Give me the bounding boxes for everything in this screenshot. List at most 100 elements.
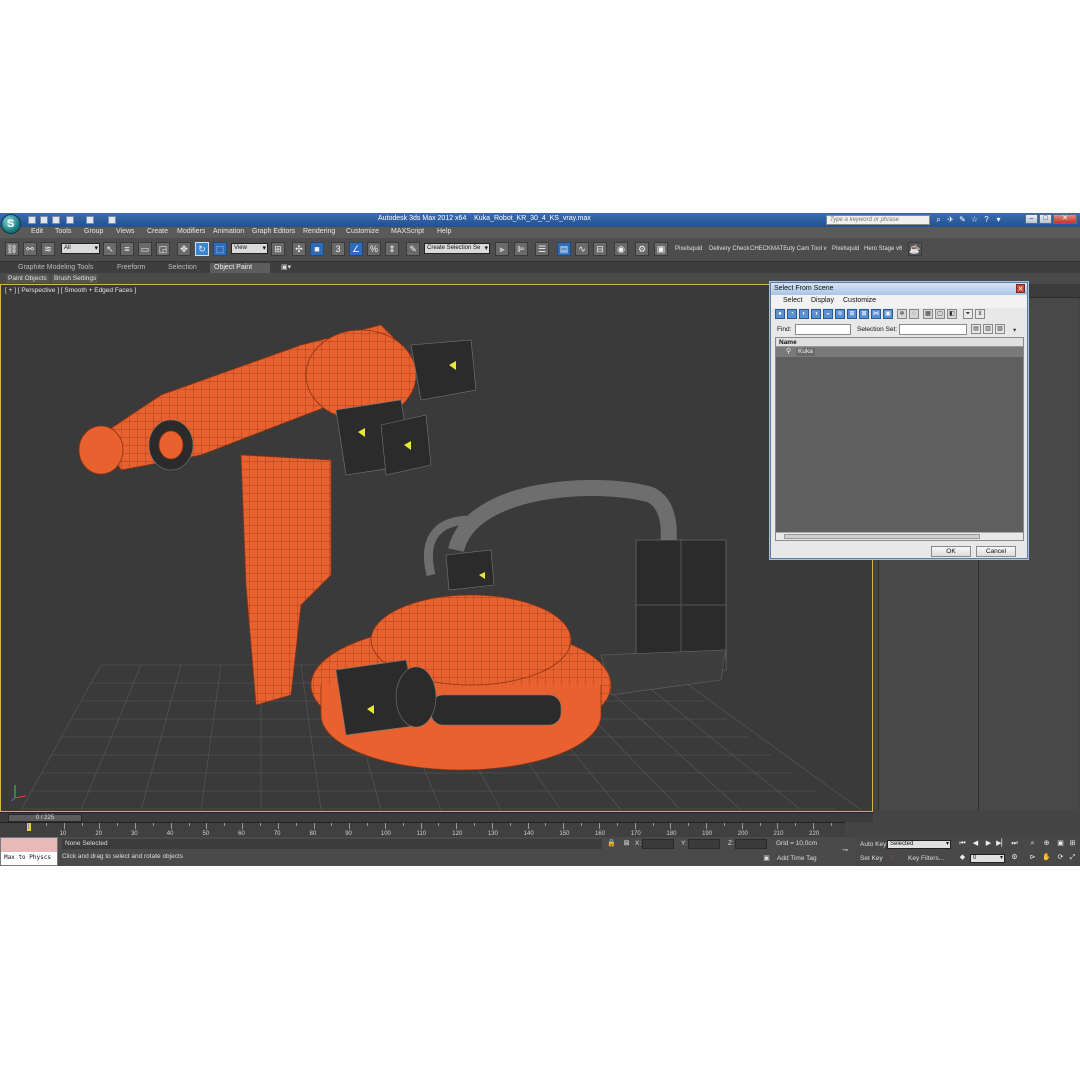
reference-coordinate-dropdown[interactable]: View bbox=[231, 243, 268, 254]
select-object-icon[interactable]: ↖ bbox=[103, 242, 117, 256]
menu-views[interactable]: Views bbox=[116, 228, 135, 235]
render-production-icon[interactable]: ▣ bbox=[654, 242, 668, 256]
display-containers-icon[interactable]: ▣ bbox=[883, 309, 893, 319]
display-spacewarps-icon[interactable]: ≋ bbox=[835, 309, 845, 319]
cancel-button[interactable]: Cancel bbox=[976, 546, 1016, 557]
lock-selection-icon[interactable]: 🔒 bbox=[607, 839, 616, 848]
next-frame-icon[interactable]: ▶▏ bbox=[996, 839, 1007, 849]
display-cameras-icon[interactable]: ◑ bbox=[811, 309, 821, 319]
schematic-view-icon[interactable]: ⊟ bbox=[593, 242, 607, 256]
tab-graphite-modeling-tools[interactable]: Graphite Modeling Tools bbox=[14, 263, 97, 273]
minimize-button[interactable]: – bbox=[1025, 214, 1038, 224]
plugin-pixelsquid-2[interactable]: Pixelsquid bbox=[832, 246, 859, 252]
selection-filter-dropdown[interactable]: All bbox=[61, 243, 100, 254]
dialog-title[interactable]: Select From Scene bbox=[771, 283, 1027, 295]
track-bar[interactable]: 10 20 30 40 50 60 70 80 90 100 110 120 130 140 150 160 1… bbox=[0, 822, 845, 837]
menu-group[interactable]: Group bbox=[84, 228, 103, 235]
open-file-icon[interactable] bbox=[40, 216, 48, 224]
key-mode-icon[interactable]: ⊸ bbox=[838, 846, 852, 855]
keyboard-shortcut-override-icon[interactable]: ■ bbox=[310, 242, 324, 256]
key-set-dropdown[interactable]: Selected bbox=[887, 840, 951, 849]
auto-key-button[interactable]: Auto Key bbox=[860, 841, 886, 848]
help-icon[interactable]: ? bbox=[982, 215, 991, 224]
menu-customize[interactable]: Customize bbox=[346, 228, 379, 235]
help-dropdown-icon[interactable]: ▾ bbox=[994, 215, 1003, 224]
unlink-icon[interactable]: ⚯ bbox=[23, 242, 37, 256]
teapot-render-icon[interactable]: ☕ bbox=[908, 242, 922, 256]
go-to-start-icon[interactable]: ⏮ bbox=[957, 839, 968, 849]
plugin-checkmate[interactable]: CHECKMATE bbox=[750, 246, 787, 252]
percent-snap-icon[interactable]: % bbox=[367, 242, 381, 256]
y-coordinate-field[interactable] bbox=[688, 839, 720, 849]
orbit-icon[interactable]: ⟳ bbox=[1055, 853, 1066, 863]
edit-selection-set-icon[interactable]: ▥ bbox=[983, 324, 993, 334]
time-configuration-icon[interactable]: ⚙ bbox=[1009, 853, 1020, 863]
curve-editor-icon[interactable]: ∿ bbox=[575, 242, 589, 256]
add-time-tag[interactable]: Add Time Tag bbox=[777, 855, 817, 862]
dialog-menu-display[interactable]: Display bbox=[811, 297, 834, 304]
ribbon-options-icon[interactable]: ▣▾ bbox=[281, 263, 295, 272]
bind-space-warp-icon[interactable]: ≋ bbox=[41, 242, 55, 256]
new-file-icon[interactable] bbox=[28, 216, 36, 224]
expand-icon[interactable]: ▾ bbox=[1013, 326, 1016, 334]
menu-tools[interactable]: Tools bbox=[55, 228, 71, 235]
field-of-view-icon[interactable]: ⊳ bbox=[1027, 853, 1038, 863]
layer-manager-icon[interactable]: ☰ bbox=[535, 242, 549, 256]
dialog-menu-customize[interactable]: Customize bbox=[843, 297, 876, 304]
save-selection-set-icon[interactable]: ▤ bbox=[971, 324, 981, 334]
menu-help[interactable]: Help bbox=[437, 228, 451, 235]
display-invert-icon[interactable]: ◧ bbox=[947, 309, 957, 319]
go-to-end-icon[interactable]: ⏭ bbox=[1009, 839, 1020, 849]
key-filters-button[interactable]: Key Filters... bbox=[908, 855, 944, 862]
select-and-move-icon[interactable]: ✥ bbox=[177, 242, 191, 256]
display-none-icon[interactable]: ▢ bbox=[935, 309, 945, 319]
display-lights-icon[interactable]: ◐ bbox=[799, 309, 809, 319]
communication-center-icon[interactable]: ✈ bbox=[946, 215, 955, 224]
display-helpers-icon[interactable]: ◒ bbox=[823, 309, 833, 319]
display-xrefs-icon[interactable]: ⊠ bbox=[859, 309, 869, 319]
keyword-search-field[interactable]: Type a keyword or phrase bbox=[826, 215, 930, 225]
zoom-extents-all-icon[interactable]: ⊞ bbox=[1067, 839, 1078, 849]
set-key-icon[interactable]: ⟋ bbox=[888, 854, 897, 863]
pivot-center-icon[interactable]: ⊞ bbox=[271, 242, 285, 256]
time-slider-thumb[interactable]: 0 / 225 bbox=[8, 814, 82, 822]
link-icon[interactable]: ⛓ bbox=[5, 242, 19, 256]
menu-rendering[interactable]: Rendering bbox=[303, 228, 335, 235]
select-and-scale-icon[interactable]: ⬚ bbox=[213, 242, 227, 256]
column-header-name[interactable]: Name bbox=[776, 338, 1023, 347]
menu-create[interactable]: Create bbox=[147, 228, 168, 235]
search-icon[interactable]: ⌕ bbox=[934, 215, 943, 224]
subtab-brush-settings[interactable]: Brush Settings bbox=[52, 274, 99, 283]
list-item[interactable]: ⚲ Kuka bbox=[776, 347, 1023, 357]
mirror-icon[interactable]: ⫸ bbox=[495, 242, 509, 256]
tab-selection[interactable]: Selection bbox=[164, 263, 201, 273]
display-all-icon[interactable]: ▦ bbox=[923, 309, 933, 319]
named-selection-set-dropdown[interactable]: Create Selection Se bbox=[424, 243, 490, 254]
selection-set-dropdown[interactable] bbox=[899, 324, 967, 335]
window-crossing-icon[interactable]: ◲ bbox=[156, 242, 170, 256]
ok-button[interactable]: OK bbox=[931, 546, 971, 557]
rectangular-selection-icon[interactable]: ▭ bbox=[138, 242, 152, 256]
play-icon[interactable]: ▶ bbox=[983, 839, 994, 849]
display-shapes-icon[interactable]: ◔ bbox=[787, 309, 797, 319]
perspective-viewport[interactable]: [ + ] [ Perspective ] [ Smooth + Edged F… bbox=[0, 284, 873, 812]
plugin-cam-tool[interactable]: uty Cam Tool v bbox=[787, 246, 827, 252]
z-coordinate-field[interactable] bbox=[735, 839, 767, 849]
subscription-icon[interactable]: ✎ bbox=[958, 215, 967, 224]
zoom-extents-icon[interactable]: ▣ bbox=[1055, 839, 1066, 849]
menu-animation[interactable]: Animation bbox=[213, 228, 244, 235]
set-key-button[interactable]: Set Key bbox=[860, 855, 883, 862]
previous-frame-icon[interactable]: ◀ bbox=[970, 839, 981, 849]
plugin-hero-stage[interactable]: Hero Stage v6 bbox=[864, 246, 902, 252]
align-icon[interactable]: ⊫ bbox=[514, 242, 528, 256]
plugin-delivery-check[interactable]: Delivery Check bbox=[709, 246, 749, 252]
time-slider[interactable]: 0 / 225 bbox=[0, 812, 873, 822]
hierarchy-filter-icon[interactable]: ⊻ bbox=[975, 309, 985, 319]
render-setup-icon[interactable]: ⚙ bbox=[635, 242, 649, 256]
application-menu-button[interactable]: S bbox=[1, 214, 21, 234]
subtab-paint-objects[interactable]: Paint Objects bbox=[6, 274, 49, 283]
tab-object-paint[interactable]: Object Paint bbox=[210, 263, 270, 273]
current-frame-field[interactable]: 0 bbox=[970, 854, 1005, 863]
scrollbar-thumb[interactable] bbox=[784, 534, 980, 539]
viewport-label[interactable]: [ + ] [ Perspective ] [ Smooth + Edged F… bbox=[5, 287, 136, 294]
